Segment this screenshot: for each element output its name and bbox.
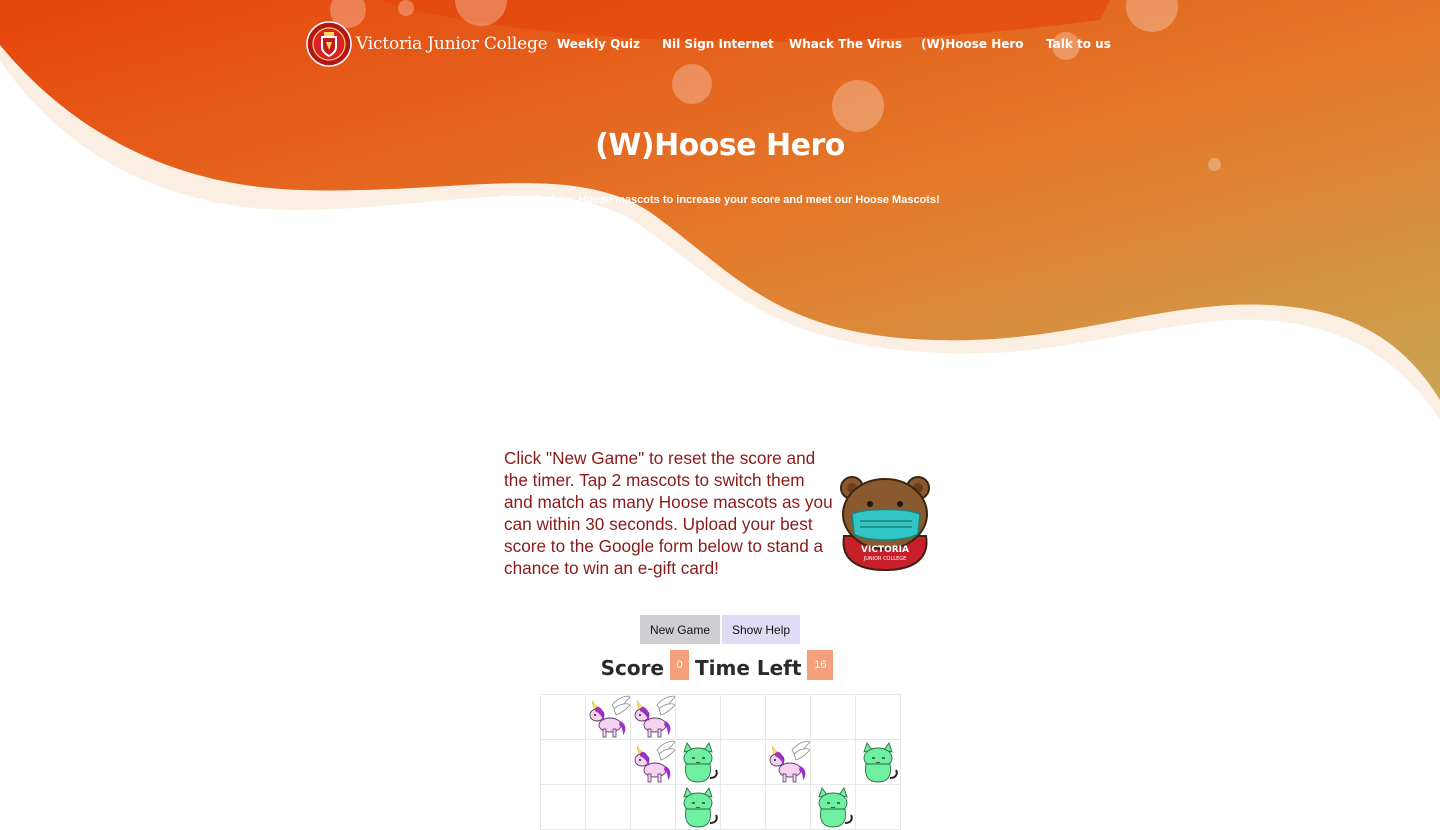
score-bar: Score 0 Time Left 16 [0, 650, 1440, 680]
nav-link-whoose-hero[interactable]: (W)Hoose Hero [921, 37, 1024, 51]
page-subtitle: Match 3 of our Hoose mascots to increase… [500, 194, 940, 206]
nav-link-nil-sign-internet[interactable]: Nil Sign Internet [662, 37, 774, 51]
new-game-button[interactable]: New Game [639, 615, 720, 644]
site-logo[interactable]: Victoria Junior College [306, 21, 548, 67]
board-cell-empty[interactable] [541, 695, 586, 740]
page-title: (W)Hoose Hero [595, 128, 845, 163]
board-cell-empty[interactable] [541, 785, 586, 830]
nav-link-talk-to-us[interactable]: Talk to us [1046, 37, 1111, 51]
bear-mascot-icon: VICTORIA JUNIOR COLLEGE [840, 476, 930, 572]
board-cell-empty[interactable] [721, 785, 766, 830]
board-cell-unicorn[interactable] [631, 740, 676, 785]
unicorn-mascot-icon [634, 740, 675, 783]
board-cell-cat[interactable] [856, 740, 901, 785]
nav-link-weekly-quiz[interactable]: Weekly Quiz [557, 37, 640, 51]
mascot-shirt-text: VICTORIA [861, 545, 909, 555]
time-left-value: 16 [807, 650, 834, 680]
board-cell-empty[interactable] [811, 695, 856, 740]
help-instructions: Click "New Game" to reset the score and … [504, 448, 833, 578]
board-cell-empty[interactable] [721, 695, 766, 740]
time-left-label: Time Left [695, 656, 802, 680]
nav-link-whack-the-virus[interactable]: Whack The Virus [789, 37, 902, 51]
board-cell-unicorn[interactable] [766, 740, 811, 785]
score-value: 0 [670, 650, 689, 680]
board-cell-empty[interactable] [541, 740, 586, 785]
board-cell-empty[interactable] [631, 785, 676, 830]
board-cell-unicorn[interactable] [586, 695, 631, 740]
board-cell-cat[interactable] [676, 740, 721, 785]
cat-mascot-icon [683, 787, 718, 828]
board-cell-empty[interactable] [856, 785, 901, 830]
unicorn-mascot-icon [589, 695, 630, 738]
board-cell-empty[interactable] [811, 740, 856, 785]
cat-mascot-icon [818, 787, 853, 828]
board-cell-unicorn[interactable] [631, 695, 676, 740]
board-cell-cat[interactable] [811, 785, 856, 830]
show-help-button[interactable]: Show Help [722, 615, 801, 644]
board-cell-empty[interactable] [676, 695, 721, 740]
mascot-shirt-subtext: JUNIOR COLLEGE [863, 556, 907, 562]
board-cell-cat[interactable] [676, 785, 721, 830]
school-crest-icon [306, 21, 352, 67]
cat-mascot-icon [863, 742, 898, 783]
unicorn-mascot-icon [634, 695, 675, 738]
game-controls: New Game Show Help [0, 615, 1440, 644]
board-cell-empty[interactable] [766, 695, 811, 740]
board-cell-empty[interactable] [586, 785, 631, 830]
board-cell-empty[interactable] [856, 695, 901, 740]
top-nav: Victoria Junior College Weekly Quiz Nil … [0, 0, 1440, 90]
board-cell-empty[interactable] [766, 785, 811, 830]
board-cell-empty[interactable] [721, 740, 766, 785]
score-label: Score [600, 656, 664, 680]
game-board [540, 694, 901, 830]
board-cell-empty[interactable] [586, 740, 631, 785]
unicorn-mascot-icon [769, 740, 810, 783]
cat-mascot-icon [683, 742, 718, 783]
brand-name: Victoria Junior College [356, 34, 548, 54]
